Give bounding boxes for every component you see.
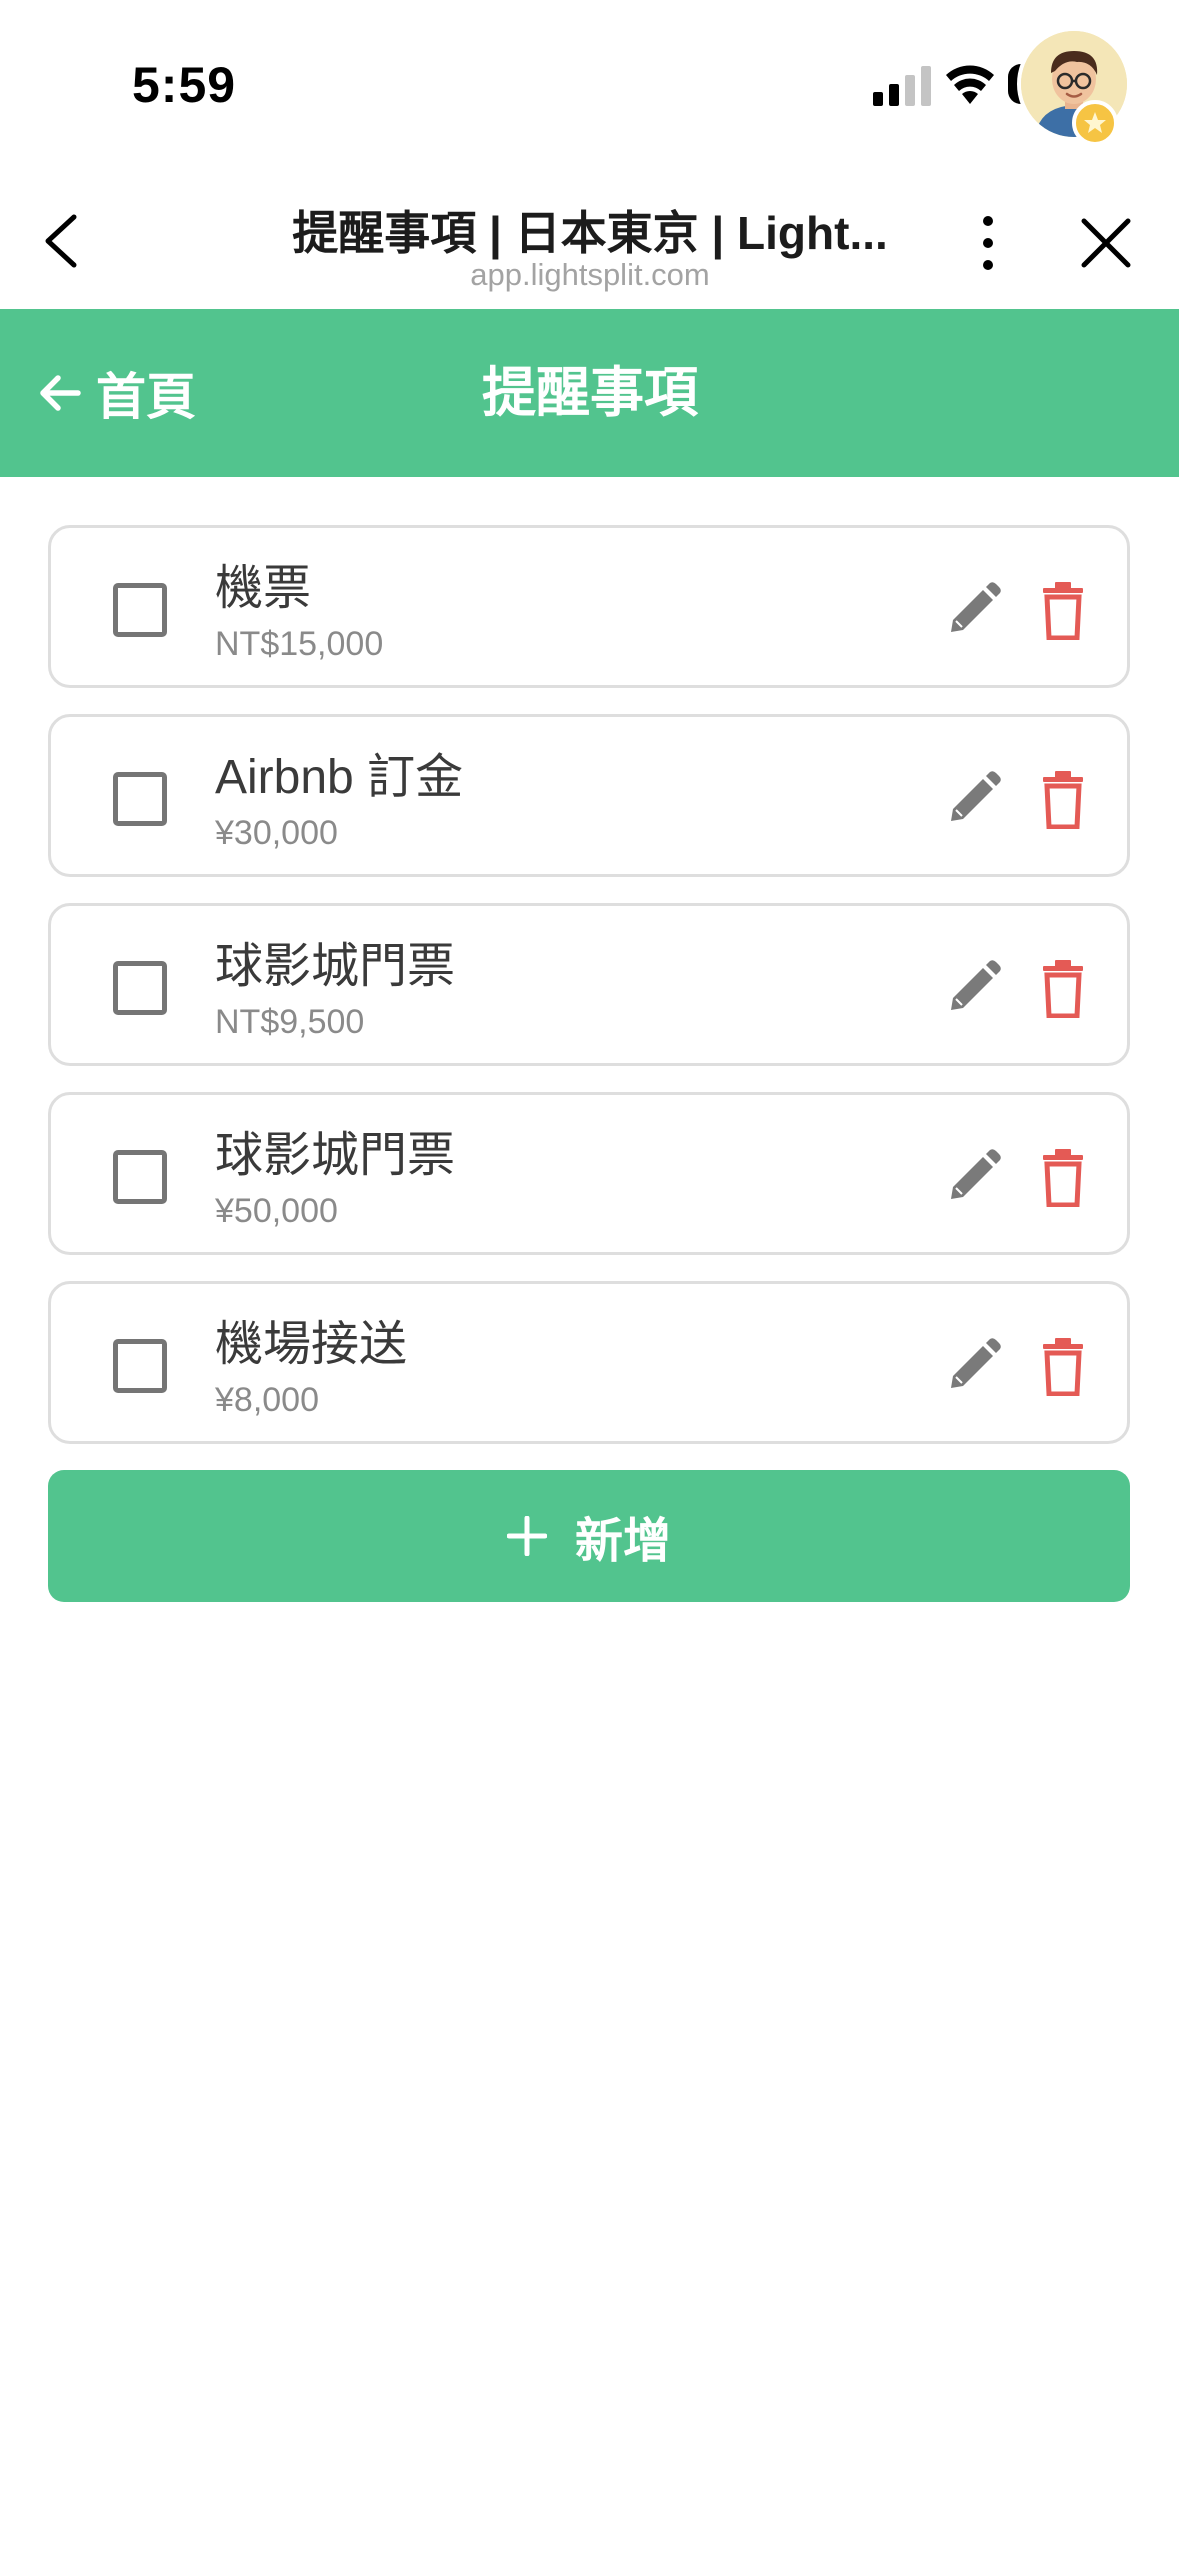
item-amount: ¥50,000 (215, 1192, 338, 1230)
app-header: 首頁 提醒事項 (0, 309, 1179, 477)
cellular-signal-icon (873, 66, 931, 106)
edit-icon[interactable] (943, 1336, 1003, 1396)
plus-icon (506, 1516, 547, 1556)
edit-icon[interactable] (943, 1147, 1003, 1207)
trash-icon[interactable] (1041, 769, 1085, 829)
item-name: Airbnb 訂金 (215, 751, 464, 804)
list-item: Airbnb 訂金 ¥30,000 (48, 714, 1130, 877)
item-name: 球影城門票 (215, 940, 456, 993)
item-amount: ¥8,000 (215, 1381, 319, 1419)
item-amount: NT$9,500 (215, 1003, 365, 1041)
edit-icon[interactable] (943, 958, 1003, 1018)
list-item: 球影城門票 ¥50,000 (48, 1092, 1130, 1255)
item-checkbox[interactable] (113, 1150, 167, 1204)
add-button-label: 新增 (574, 1515, 671, 1568)
edit-icon[interactable] (943, 580, 1003, 640)
trash-icon[interactable] (1041, 580, 1085, 640)
arrow-left-icon (40, 375, 81, 411)
trash-icon[interactable] (1041, 1336, 1085, 1396)
browser-back-icon[interactable] (34, 211, 94, 271)
list-item: 機票 NT$15,000 (48, 525, 1130, 688)
trash-icon[interactable] (1041, 958, 1085, 1018)
item-checkbox[interactable] (113, 772, 167, 826)
item-checkbox[interactable] (113, 961, 167, 1015)
browser-page-title: 提醒事項 | 日本東京 | Light... (292, 207, 888, 259)
browser-toolbar: 提醒事項 | 日本東京 | Light... app.lightsplit.co… (0, 175, 1179, 309)
item-name: 球影城門票 (215, 1129, 456, 1182)
close-icon[interactable] (1078, 215, 1134, 271)
item-name: 機票 (215, 562, 312, 615)
status-bar: 5:59 62 (0, 0, 1179, 175)
more-icon[interactable] (968, 211, 1008, 275)
list-item: 機場接送 ¥8,000 (48, 1281, 1130, 1444)
page-title: 提醒事項 (482, 363, 698, 423)
item-checkbox[interactable] (113, 1339, 167, 1393)
item-checkbox[interactable] (113, 583, 167, 637)
browser-url: app.lightsplit.com (470, 257, 710, 292)
wifi-icon (946, 65, 994, 104)
star-badge-icon (1072, 100, 1118, 146)
item-amount: ¥30,000 (215, 814, 338, 852)
status-time: 5:59 (132, 57, 237, 113)
list-item: 球影城門票 NT$9,500 (48, 903, 1130, 1066)
item-amount: NT$15,000 (215, 625, 384, 663)
home-link[interactable]: 首頁 (38, 361, 196, 425)
reminder-list: 機票 NT$15,000 Airbnb 訂金 ¥30,000 球影城門票 NT$… (48, 525, 1130, 1470)
edit-icon[interactable] (943, 769, 1003, 829)
add-button[interactable]: 新增 (48, 1470, 1130, 1602)
trash-icon[interactable] (1041, 1147, 1085, 1207)
item-name: 機場接送 (215, 1318, 408, 1371)
home-link-label: 首頁 (96, 369, 196, 425)
